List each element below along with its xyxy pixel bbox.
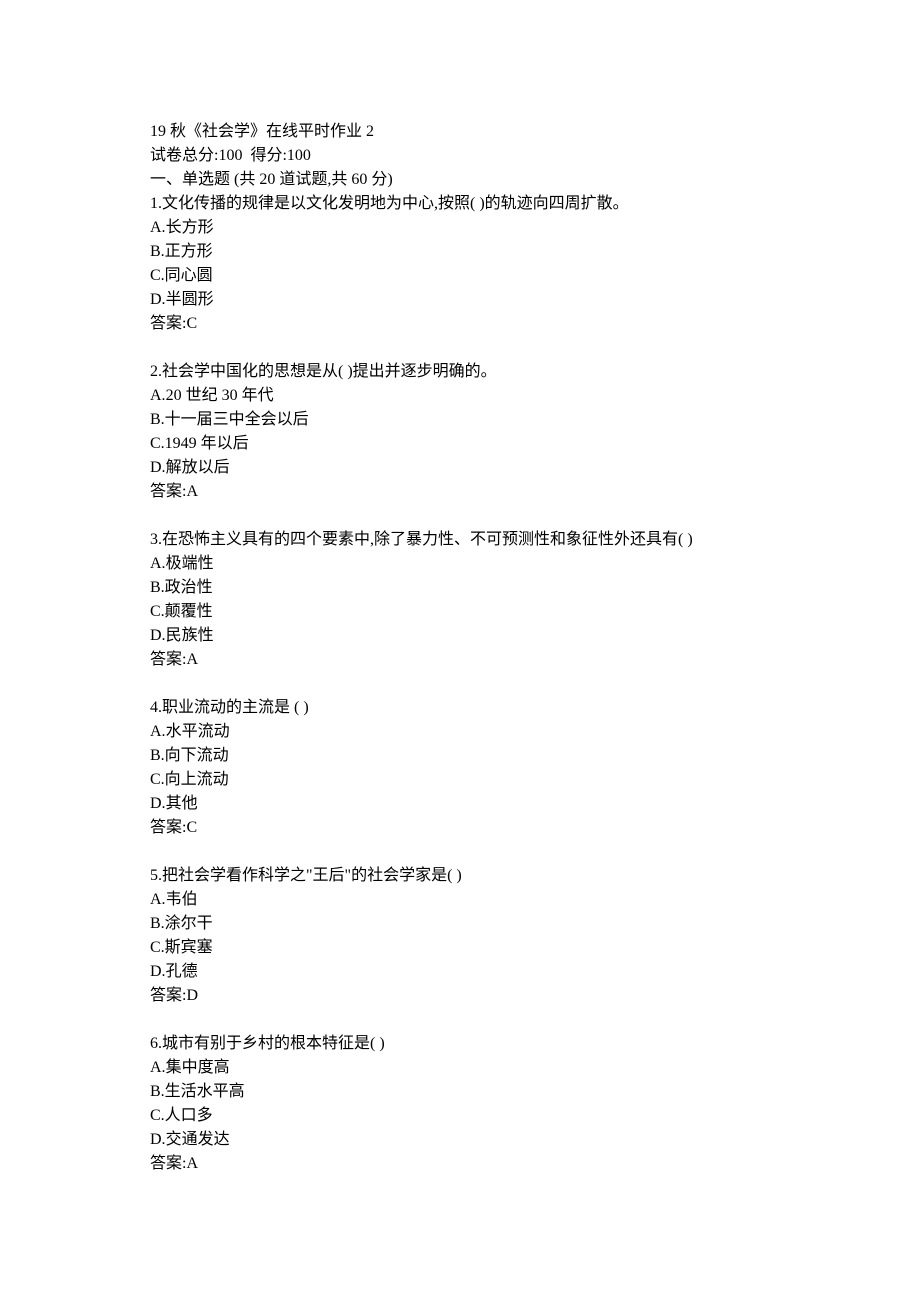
option-d: D.半圆形 xyxy=(150,288,770,312)
document-title: 19 秋《社会学》在线平时作业 2 xyxy=(150,120,770,144)
answer-line: 答案:C xyxy=(150,816,770,840)
option-b: B.十一届三中全会以后 xyxy=(150,408,770,432)
answer-line: 答案:A xyxy=(150,1152,770,1176)
section-header: 一、单选题 (共 20 道试题,共 60 分) xyxy=(150,168,770,192)
option-c: C.向上流动 xyxy=(150,768,770,792)
question-text: 4.职业流动的主流是 ( ) xyxy=(150,696,770,720)
option-a: A.极端性 xyxy=(150,552,770,576)
question-text: 3.在恐怖主义具有的四个要素中,除了暴力性、不可预测性和象征性外还具有( ) xyxy=(150,528,770,552)
option-b: B.正方形 xyxy=(150,240,770,264)
question-block: 4.职业流动的主流是 ( ) A.水平流动 B.向下流动 C.向上流动 D.其他… xyxy=(150,696,770,840)
option-b: B.政治性 xyxy=(150,576,770,600)
question-text: 6.城市有别于乡村的根本特征是( ) xyxy=(150,1032,770,1056)
answer-line: 答案:A xyxy=(150,480,770,504)
option-c: C.同心圆 xyxy=(150,264,770,288)
answer-line: 答案:D xyxy=(150,984,770,1008)
question-block: 6.城市有别于乡村的根本特征是( ) A.集中度高 B.生活水平高 C.人口多 … xyxy=(150,1032,770,1176)
question-block: 5.把社会学看作科学之"王后"的社会学家是( ) A.韦伯 B.涂尔干 C.斯宾… xyxy=(150,864,770,1008)
option-a: A.集中度高 xyxy=(150,1056,770,1080)
option-c: C.颠覆性 xyxy=(150,600,770,624)
score-line: 试卷总分:100 得分:100 xyxy=(150,144,770,168)
question-text: 5.把社会学看作科学之"王后"的社会学家是( ) xyxy=(150,864,770,888)
option-a: A.20 世纪 30 年代 xyxy=(150,384,770,408)
option-c: C.斯宾塞 xyxy=(150,936,770,960)
option-a: A.长方形 xyxy=(150,216,770,240)
answer-line: 答案:C xyxy=(150,312,770,336)
question-block: 3.在恐怖主义具有的四个要素中,除了暴力性、不可预测性和象征性外还具有( ) A… xyxy=(150,528,770,672)
question-text: 2.社会学中国化的思想是从( )提出并逐步明确的。 xyxy=(150,360,770,384)
option-b: B.向下流动 xyxy=(150,744,770,768)
option-b: B.生活水平高 xyxy=(150,1080,770,1104)
option-d: D.民族性 xyxy=(150,624,770,648)
option-b: B.涂尔干 xyxy=(150,912,770,936)
option-d: D.其他 xyxy=(150,792,770,816)
question-block: 1.文化传播的规律是以文化发明地为中心,按照( )的轨迹向四周扩散。 A.长方形… xyxy=(150,192,770,336)
option-c: C.1949 年以后 xyxy=(150,432,770,456)
question-block: 2.社会学中国化的思想是从( )提出并逐步明确的。 A.20 世纪 30 年代 … xyxy=(150,360,770,504)
option-a: A.水平流动 xyxy=(150,720,770,744)
answer-line: 答案:A xyxy=(150,648,770,672)
option-d: D.孔德 xyxy=(150,960,770,984)
question-text: 1.文化传播的规律是以文化发明地为中心,按照( )的轨迹向四周扩散。 xyxy=(150,192,770,216)
option-d: D.解放以后 xyxy=(150,456,770,480)
option-c: C.人口多 xyxy=(150,1104,770,1128)
option-d: D.交通发达 xyxy=(150,1128,770,1152)
option-a: A.韦伯 xyxy=(150,888,770,912)
